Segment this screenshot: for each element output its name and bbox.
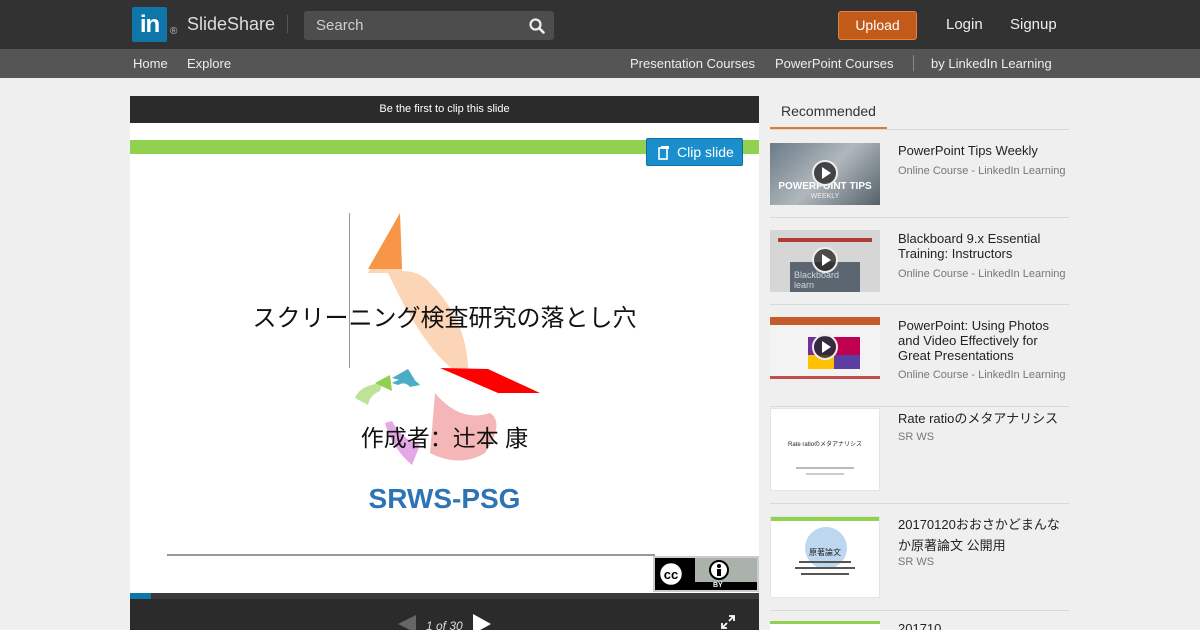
nav-explore[interactable]: Explore <box>187 56 231 71</box>
login-link[interactable]: Login <box>946 16 983 33</box>
recommended-title[interactable]: PowerPoint: Using Photos and Video Effec… <box>898 318 1069 363</box>
recommended-item[interactable]: 201710... <box>770 611 1069 630</box>
recommended-subtitle: Online Course - LinkedIn Learning <box>898 369 1066 381</box>
nav-linkedin-learning[interactable]: by LinkedIn Learning <box>931 56 1052 71</box>
slide-title: スクリーニング検査研究の落とし穴 <box>252 305 637 332</box>
cc-by-label: BY <box>713 582 723 589</box>
recommended-item[interactable]: Rate ratioのメタアナリシス Rate ratioのメタアナリシス SR… <box>770 407 1069 504</box>
recommended-title[interactable]: PowerPoint Tips Weekly <box>898 143 1069 158</box>
slide-org: SRWS-PSG <box>368 483 521 514</box>
search-box <box>304 11 554 40</box>
cc-by-badge: cc BY <box>653 556 759 592</box>
thumbnail-caption: Rate ratioのメタアナリシス <box>788 442 862 448</box>
brand-name[interactable]: SlideShare <box>187 14 275 35</box>
recommended-item[interactable]: PowerPoint: Using Photos and Video Effec… <box>770 305 1069 407</box>
player-controls: 1 of 30 <box>130 599 759 630</box>
play-icon <box>812 160 838 186</box>
top-header: in ® SlideShare Upload Login Signup <box>0 0 1200 49</box>
recommended-subtitle: Online Course - LinkedIn Learning <box>898 268 1066 280</box>
secondary-nav: Home Explore Presentation Courses PowerP… <box>0 49 1200 78</box>
clip-slide-label: Clip slide <box>677 144 734 160</box>
slide-horizontal-line <box>167 554 655 556</box>
page-counter: 1 of 30 <box>426 619 463 630</box>
search-icon[interactable] <box>528 17 546 35</box>
recommended-thumbnail[interactable] <box>770 317 880 379</box>
play-icon <box>812 334 838 360</box>
recommended-sidebar: Recommended POWERPOINT TIPS WEEKLY Power… <box>770 96 1069 630</box>
clip-notice: Be the first to clip this slide <box>130 96 759 123</box>
recommended-subtitle: SR WS <box>898 556 935 568</box>
slide-author: 作成者：辻本 康 <box>360 425 529 451</box>
recommended-item[interactable]: Blackboard learn Blackboard 9.x Essentia… <box>770 218 1069 305</box>
thumbnail-caption: 原著論文 <box>809 548 841 557</box>
recommended-title[interactable]: 20170120おおさかどまんなか原著論文 公開用 <box>898 514 1069 556</box>
registered-mark: ® <box>170 26 178 37</box>
slide-player: Be the first to clip this slide スクリーニング検… <box>130 96 759 630</box>
play-icon <box>812 247 838 273</box>
thumbnail-caption: Blackboard learn <box>794 270 840 290</box>
recommended-subtitle: Online Course - LinkedIn Learning <box>898 165 1066 177</box>
recommended-thumbnail[interactable]: Rate ratioのメタアナリシス <box>770 408 880 491</box>
nav-home[interactable]: Home <box>133 56 168 71</box>
thumbnail-subcaption: WEEKLY <box>810 193 840 200</box>
nav-presentation-courses[interactable]: Presentation Courses <box>630 56 755 71</box>
recommended-item[interactable]: POWERPOINT TIPS WEEKLY PowerPoint Tips W… <box>770 130 1069 218</box>
linkedin-logo[interactable]: in <box>132 7 167 42</box>
upload-button[interactable]: Upload <box>838 11 917 40</box>
recommended-thumbnail[interactable]: POWERPOINT TIPS WEEKLY <box>770 143 880 205</box>
recommended-subtitle: SR WS <box>898 431 935 443</box>
recommended-thumbnail[interactable] <box>770 621 880 630</box>
signup-link[interactable]: Signup <box>1010 16 1057 33</box>
header-divider <box>287 15 288 33</box>
clip-icon <box>658 146 669 160</box>
svg-text:cc: cc <box>664 567 678 582</box>
recommended-thumbnail[interactable]: 原著論文 <box>770 516 880 598</box>
prev-arrow-icon[interactable] <box>398 615 416 630</box>
slide-vertical-line <box>349 213 350 368</box>
tab-recommended[interactable]: Recommended <box>770 96 887 130</box>
slide-view[interactable]: スクリーニング検査研究の落とし穴 作成者：辻本 康 SRWS-PSG cc BY <box>130 123 759 593</box>
recommended-title[interactable]: Blackboard 9.x Essential Training: Instr… <box>898 231 1069 261</box>
recommended-title[interactable]: 201710... <box>898 621 1069 630</box>
recommended-title[interactable]: Rate ratioのメタアナリシス <box>898 411 1069 426</box>
fullscreen-icon[interactable] <box>720 614 736 630</box>
slide-arrows-graphic <box>355 213 540 465</box>
recommended-item[interactable]: 原著論文 20170120おおさかどまんなか原著論文 公開用 SR WS <box>770 504 1069 611</box>
search-input[interactable] <box>304 11 519 40</box>
next-arrow-icon[interactable] <box>473 614 491 630</box>
recommended-thumbnail[interactable]: Blackboard learn <box>770 230 880 292</box>
nav-divider <box>913 55 914 71</box>
clip-slide-button[interactable]: Clip slide <box>646 138 743 166</box>
nav-powerpoint-courses[interactable]: PowerPoint Courses <box>775 56 894 71</box>
